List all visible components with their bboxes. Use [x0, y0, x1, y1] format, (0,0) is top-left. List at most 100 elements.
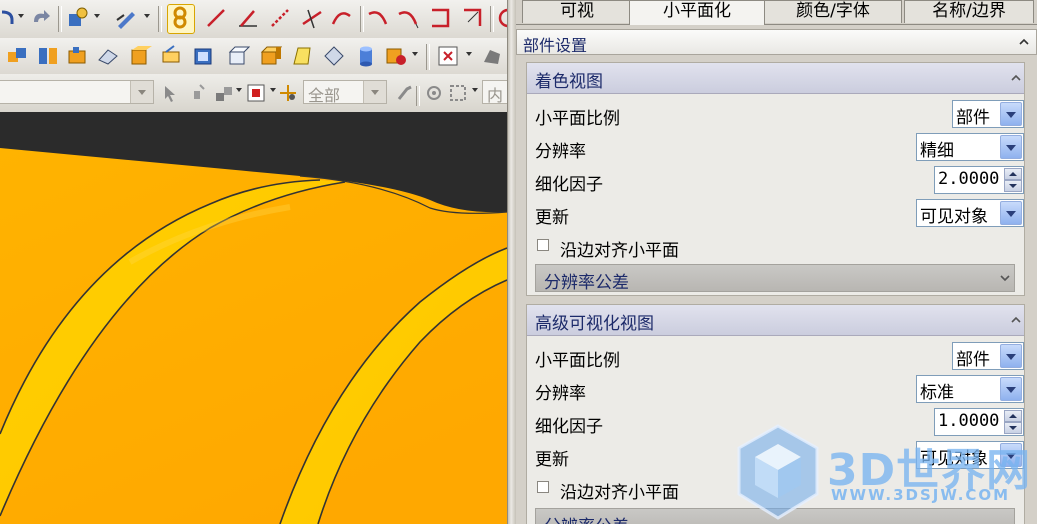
arc-icon[interactable]	[366, 6, 390, 30]
angle-line-icon[interactable]	[236, 6, 260, 30]
resolution-row: 分辨率 标准	[527, 373, 1024, 406]
assembly-icon[interactable]	[6, 44, 30, 68]
facet-ratio-dropdown[interactable]: 部件	[952, 342, 1024, 370]
field-label: 分辨率	[535, 384, 586, 404]
tab-label: 小平面化	[663, 1, 731, 21]
shaded-view-title-bar[interactable]: 着色视图	[527, 63, 1024, 94]
hook-tool-icon[interactable]	[393, 81, 417, 105]
tab-visual[interactable]: 可视	[522, 0, 632, 23]
point-construct-icon[interactable]	[66, 6, 90, 30]
group-title: 着色视图	[535, 72, 603, 92]
fit-view-icon[interactable]	[436, 44, 460, 68]
resolution-tolerance-group[interactable]: 分辨率公差	[535, 264, 1015, 293]
general-selection-icon[interactable]	[160, 81, 184, 105]
line-icon[interactable]	[204, 6, 228, 30]
feature-dropdown-icon[interactable]	[412, 52, 418, 56]
panel-splitter[interactable]	[507, 0, 516, 524]
collapse-up-icon[interactable]	[1017, 35, 1031, 49]
diamond-icon[interactable]	[322, 44, 346, 68]
update-dropdown[interactable]: 可见对象	[916, 199, 1024, 227]
fillet-corner-icon[interactable]	[428, 6, 452, 30]
field-label: 细化因子	[535, 175, 603, 195]
dropdown-value: 精细	[920, 141, 954, 161]
facet-ratio-dropdown[interactable]: 部件	[952, 100, 1024, 128]
spinner-value: 2.0000	[938, 169, 1000, 189]
snap-add-icon[interactable]	[276, 81, 300, 105]
graphics-viewport[interactable]	[0, 112, 507, 524]
shaded-view-icon[interactable]	[480, 44, 504, 68]
align-facets-checkbox[interactable]	[537, 481, 549, 493]
toolbar-separator	[360, 6, 364, 32]
component-dropdown-icon[interactable]	[236, 88, 242, 92]
tab-faceting[interactable]: 小平面化	[629, 0, 765, 25]
redo-icon[interactable]	[28, 6, 52, 30]
snap-point-icon[interactable]	[167, 4, 195, 34]
field-label: 更新	[535, 208, 569, 228]
chevron-down-icon[interactable]	[130, 81, 153, 103]
refine-factor-spinner[interactable]: 2.0000	[934, 166, 1024, 194]
chevron-down-icon[interactable]	[1000, 344, 1022, 368]
edit-pencil-icon[interactable]	[114, 6, 138, 30]
shaded-model	[0, 148, 507, 524]
tab-name-border[interactable]: 名称/边界	[904, 0, 1034, 23]
part-settings-header[interactable]: 部件设置	[516, 29, 1037, 55]
undo-icon[interactable]	[0, 6, 18, 30]
tapered-block-icon[interactable]	[290, 44, 314, 68]
solid-block-icon[interactable]	[258, 44, 282, 68]
dropdown-value: 可见对象	[920, 207, 988, 227]
cylinder-icon[interactable]	[354, 44, 378, 68]
spline-icon[interactable]	[330, 6, 354, 30]
extrude-icon[interactable]	[66, 44, 90, 68]
offset-face-icon[interactable]	[160, 44, 184, 68]
chevron-down-icon[interactable]	[1000, 377, 1022, 401]
point-dropdown-icon[interactable]	[94, 14, 100, 18]
wedge-icon[interactable]	[96, 44, 120, 68]
collapse-up-icon[interactable]	[1009, 71, 1023, 85]
snap-circle-icon[interactable]	[422, 81, 446, 105]
component-filter-icon[interactable]	[212, 81, 236, 105]
type-filter-combo[interactable]	[0, 80, 154, 104]
spin-up-icon[interactable]	[1004, 168, 1022, 180]
watermark: 3D世界网 WWW.3DSJW.COM	[735, 420, 1035, 524]
select-region-icon[interactable]	[244, 81, 268, 105]
book-icon[interactable]	[36, 44, 60, 68]
toolbar-row-1	[0, 0, 507, 39]
expand-down-icon[interactable]	[998, 271, 1012, 285]
align-facets-row[interactable]: 沿边对齐小平面	[527, 230, 1024, 263]
scope-combo[interactable]: 全部	[303, 80, 387, 105]
undo-dropdown-icon[interactable]	[18, 14, 24, 18]
tab-label: 可视	[560, 1, 594, 21]
field-label: 小平面比例	[535, 351, 620, 371]
snap-box-icon[interactable]	[446, 81, 470, 105]
spin-down-icon[interactable]	[1004, 180, 1022, 192]
dashed-line-icon[interactable]	[268, 6, 292, 30]
chamfer-icon[interactable]	[460, 6, 484, 30]
box-outline-icon[interactable]	[226, 44, 250, 68]
feature-group-icon[interactable]	[384, 44, 408, 68]
arc-tangent-icon[interactable]	[396, 6, 420, 30]
advanced-view-title-bar[interactable]: 高级可视化视图	[527, 305, 1024, 336]
chevron-down-icon[interactable]	[1000, 102, 1022, 126]
trail-combo[interactable]: 内	[482, 80, 507, 105]
snap-feature-icon[interactable]	[188, 81, 212, 105]
chevron-down-icon[interactable]	[1000, 135, 1022, 159]
chevron-down-icon[interactable]	[363, 81, 386, 103]
resolution-dropdown[interactable]: 精细	[916, 133, 1024, 161]
intersect-line-icon[interactable]	[300, 6, 324, 30]
field-label: 分辨率	[535, 142, 586, 162]
align-facets-checkbox[interactable]	[537, 239, 549, 251]
collapse-up-icon[interactable]	[1009, 313, 1023, 327]
subgroup-title: 分辨率公差	[544, 512, 629, 524]
shell-icon[interactable]	[192, 44, 216, 68]
resolution-dropdown[interactable]: 标准	[916, 375, 1024, 403]
edit-dropdown-icon[interactable]	[144, 14, 150, 18]
toolbar-separator	[158, 6, 162, 32]
block-icon[interactable]	[128, 44, 152, 68]
snap-box-dropdown-icon[interactable]	[472, 88, 478, 92]
circle-icon[interactable]	[496, 6, 507, 30]
tab-color-font[interactable]: 颜色/字体	[764, 0, 902, 23]
preference-tabs: 可视 小平面化 颜色/字体 名称/边界	[516, 0, 1037, 25]
chevron-down-icon[interactable]	[1000, 201, 1022, 225]
trail-value: 内	[487, 86, 504, 105]
fit-dropdown-icon[interactable]	[466, 52, 472, 56]
